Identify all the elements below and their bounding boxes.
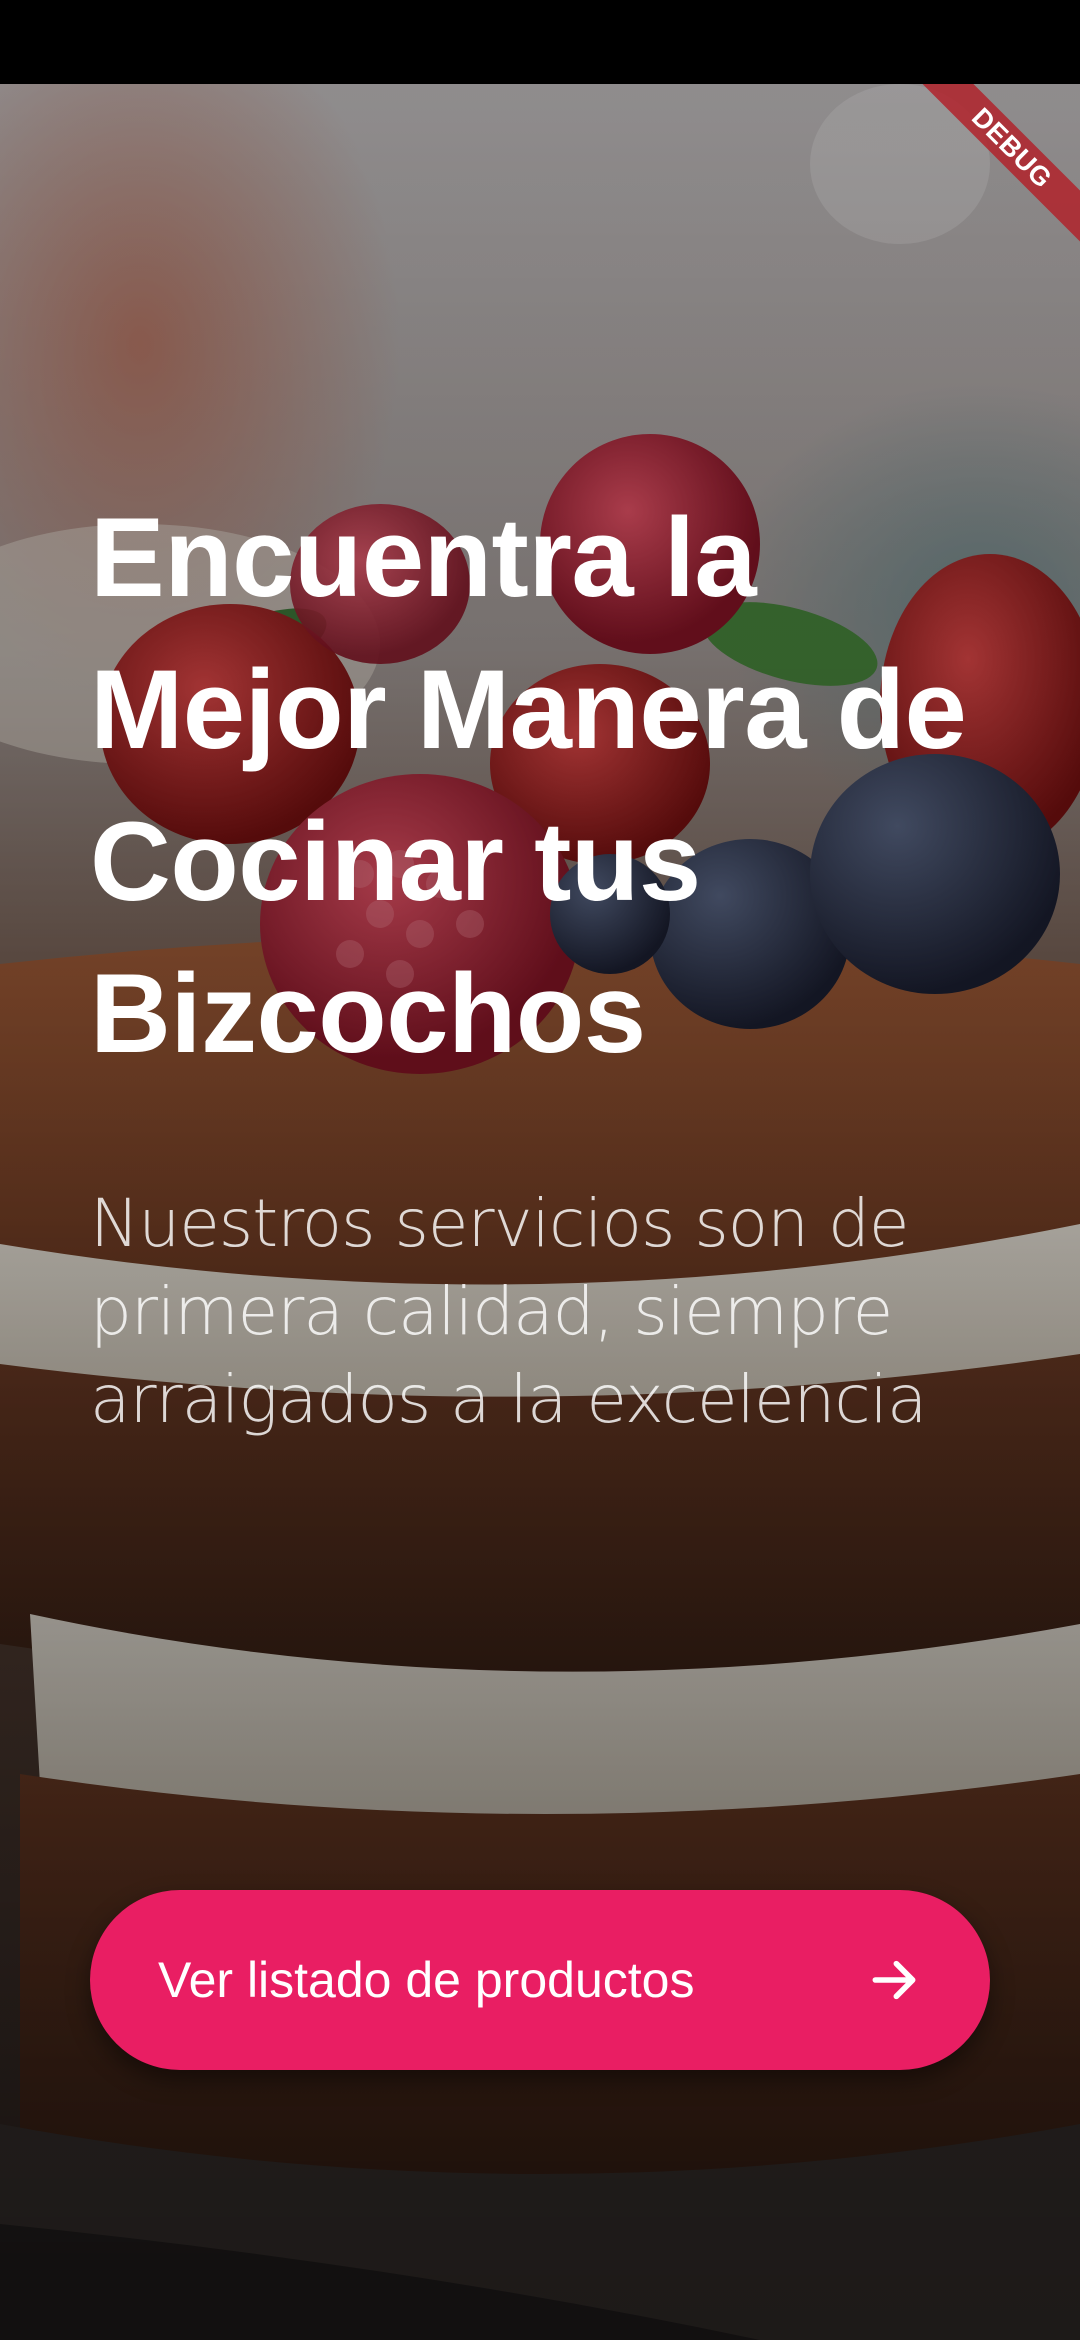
headline: Encuentra la Mejor Manera de Cocinar tus… (90, 495, 967, 1076)
debug-banner-label: DEBUG (910, 84, 1080, 253)
subtitle: Nuestros servicios son de primera calida… (90, 1185, 927, 1438)
onboarding-content: Encuentra la Mejor Manera de Cocinar tus… (0, 0, 1080, 2340)
view-products-button[interactable]: Ver listado de productos (90, 1890, 990, 2070)
status-bar (0, 0, 1080, 84)
view-products-button-label: Ver listado de productos (158, 1952, 695, 2008)
debug-banner: DEBUG (910, 84, 1080, 254)
app-screen: Encuentra la Mejor Manera de Cocinar tus… (0, 0, 1080, 2340)
arrow-right-icon (872, 1960, 916, 2000)
